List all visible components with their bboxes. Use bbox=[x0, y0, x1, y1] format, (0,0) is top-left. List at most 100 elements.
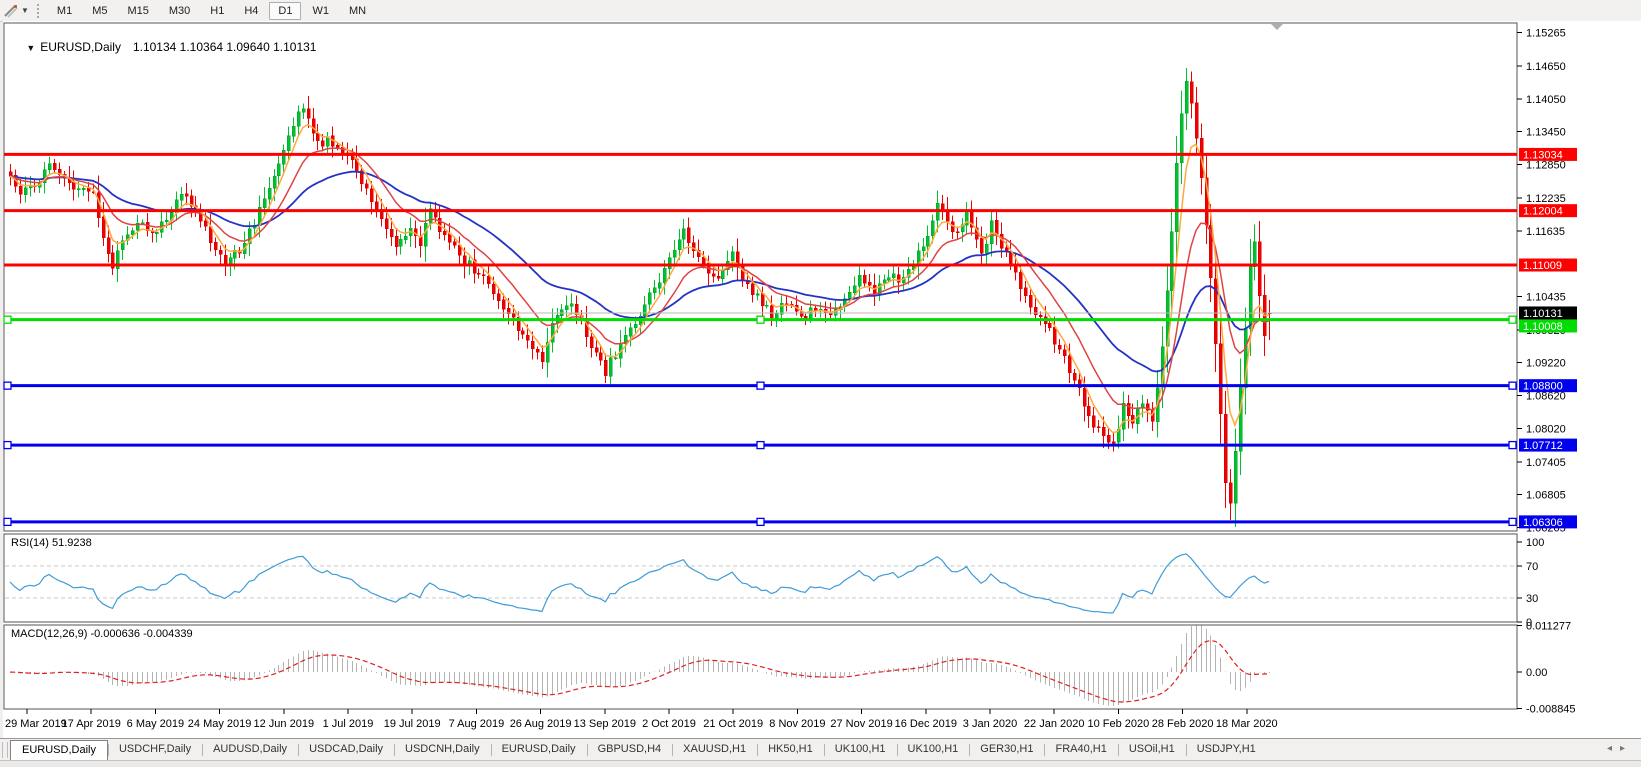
top-toolbar: ▼ M1 M5 M15 M30 H1 H4 D1 W1 MN bbox=[0, 0, 1641, 22]
date-tick-label: 6 May 2019 bbox=[127, 718, 184, 730]
line-handle[interactable] bbox=[1508, 517, 1517, 527]
date-tick-label: 17 Apr 2019 bbox=[62, 718, 121, 730]
tab-ger30-h1[interactable]: GER30,H1 bbox=[969, 739, 1044, 761]
price-tick-label: 1.07405 bbox=[1526, 457, 1566, 469]
price-tick-label: 1.12235 bbox=[1526, 193, 1566, 205]
tab-xauusd-h1[interactable]: XAUUSD,H1 bbox=[672, 739, 757, 761]
price-axis: 1.152651.146501.140501.134501.128501.122… bbox=[1517, 28, 1577, 716]
timeframe-button-m30[interactable]: M30 bbox=[160, 2, 199, 20]
line-handle[interactable] bbox=[756, 381, 765, 390]
price-line-axis-label: 1.10131 bbox=[1523, 308, 1563, 320]
macd-indicator-label: MACD(12,26,9) -0.000636 -0.004339 bbox=[11, 628, 193, 640]
tab-uk100-h1[interactable]: UK100,H1 bbox=[823, 739, 897, 761]
timeframe-button-h4[interactable]: H4 bbox=[235, 2, 267, 20]
line-handle[interactable] bbox=[1508, 315, 1517, 324]
price-tick-label: 1.13450 bbox=[1526, 127, 1566, 139]
tab-usdcnh-daily[interactable]: USDCNH,Daily bbox=[394, 739, 491, 761]
chart-ohlc-values: 1.10134 1.10364 1.09640 1.10131 bbox=[132, 40, 317, 54]
date-tick-label: 1 Jul 2019 bbox=[323, 718, 374, 730]
shift-marker-icon[interactable] bbox=[1271, 24, 1283, 30]
toolbar-grip-handle[interactable] bbox=[36, 3, 39, 18]
price-line-axis-label: 1.10008 bbox=[1523, 321, 1563, 333]
rsi-line bbox=[9, 553, 1270, 614]
tab-scroll-right-icon[interactable]: ▸ bbox=[1620, 743, 1633, 754]
line-handle[interactable] bbox=[3, 440, 12, 450]
tab-usdchf-daily[interactable]: USDCHF,Daily bbox=[107, 739, 202, 761]
price-tick-label: 1.06805 bbox=[1526, 490, 1566, 502]
date-tick-label: 2 Oct 2019 bbox=[642, 718, 696, 730]
price-line-axis-label: 1.13034 bbox=[1523, 149, 1563, 161]
rsi-indicator-label: RSI(14) 51.9238 bbox=[11, 537, 92, 549]
tab-usoil-h1[interactable]: USOil,H1 bbox=[1117, 739, 1186, 761]
tab-eurusd-daily[interactable]: EURUSD,Daily bbox=[490, 739, 587, 761]
date-tick-label: 18 Mar 2020 bbox=[1216, 718, 1278, 730]
line-handle[interactable] bbox=[756, 315, 765, 324]
rsi-axis-label: 30 bbox=[1526, 593, 1538, 605]
timeframe-button-h1[interactable]: H1 bbox=[201, 2, 233, 20]
date-tick-label: 7 Aug 2019 bbox=[449, 718, 505, 730]
price-line-axis-label: 1.08800 bbox=[1523, 381, 1563, 393]
rsi-axis-label: 70 bbox=[1526, 561, 1538, 573]
line-handle[interactable] bbox=[3, 315, 12, 324]
line-handle[interactable] bbox=[3, 381, 12, 390]
draw-tool-icon[interactable] bbox=[2, 3, 20, 19]
tab-usdcad-daily[interactable]: USDCAD,Daily bbox=[298, 739, 394, 761]
tab-fra40-h1[interactable]: FRA40,H1 bbox=[1044, 739, 1117, 761]
macd-axis-label: -0.008845 bbox=[1526, 704, 1576, 716]
date-tick-label: 16 Dec 2019 bbox=[895, 718, 957, 730]
chart-canvas[interactable]: 1.152651.146501.140501.134501.128501.122… bbox=[3, 21, 1641, 738]
price-tick-label: 1.11635 bbox=[1526, 226, 1565, 238]
price-tick-label: 1.09220 bbox=[1526, 358, 1566, 370]
chart-tab-bar: EURUSD,Daily USDCHF,Daily AUDUSD,Daily USDC… bbox=[0, 738, 1641, 767]
tab-audusd-daily[interactable]: AUDUSD,Daily bbox=[202, 739, 298, 761]
date-axis: 29 Mar 201917 Apr 2019 6 May 2019 24 May 2… bbox=[5, 709, 1278, 730]
status-strip bbox=[0, 760, 1641, 767]
line-handle[interactable] bbox=[1508, 381, 1517, 390]
ma-mid-line bbox=[9, 147, 1270, 411]
macd-histogram bbox=[15, 625, 1270, 706]
date-tick-label: 28 Feb 2020 bbox=[1152, 718, 1214, 730]
panel-borders bbox=[3, 22, 1518, 710]
timeframe-button-group: M1 M5 M15 M30 H1 H4 D1 W1 MN bbox=[47, 1, 376, 20]
price-line-axis-label: 1.11009 bbox=[1523, 260, 1562, 272]
timeframe-button-m15[interactable]: M15 bbox=[118, 2, 157, 20]
candles-layer bbox=[8, 67, 1272, 528]
price-line-axis-label: 1.06306 bbox=[1523, 517, 1563, 529]
tab-gbpusd-h4[interactable]: GBPUSD,H4 bbox=[586, 739, 673, 761]
macd-axis-label: 0.00 bbox=[1526, 667, 1547, 679]
date-tick-label: 10 Feb 2020 bbox=[1088, 718, 1150, 730]
tab-uk100-h1[interactable]: UK100,H1 bbox=[896, 739, 970, 761]
tab-scroll-left-icon[interactable]: ◂ bbox=[1607, 743, 1620, 754]
tabbar-grip-handle[interactable] bbox=[2, 742, 8, 758]
tab-hk50-h1[interactable]: HK50,H1 bbox=[757, 739, 824, 761]
price-tick-label: 1.14050 bbox=[1526, 94, 1566, 106]
tab-usdjpy-h1[interactable]: USDJPY,H1 bbox=[1185, 739, 1267, 761]
price-tick-label: 1.10435 bbox=[1526, 291, 1566, 303]
timeframe-button-d1[interactable]: D1 bbox=[269, 1, 302, 20]
rsi-axis-label: 100 bbox=[1526, 537, 1544, 549]
line-handle[interactable] bbox=[1508, 440, 1517, 450]
chart-window: 1.15265 1.14650 1.14050 1.13450 1.12850 1.122… bbox=[3, 21, 1641, 738]
date-tick-label: 19 Jul 2019 bbox=[384, 718, 441, 730]
toolbar-dropdown-arrow-icon[interactable]: ▼ bbox=[21, 6, 29, 15]
chart-title: ▼ EURUSD,Daily 1.10134 1.10364 1.09640 1.1… bbox=[13, 26, 316, 68]
timeframe-button-mn[interactable]: MN bbox=[340, 2, 375, 20]
price-tick-label: 1.15265 bbox=[1526, 28, 1566, 40]
line-handle[interactable] bbox=[756, 440, 765, 450]
line-handle[interactable] bbox=[3, 517, 12, 527]
date-tick-label: 12 Jun 2019 bbox=[254, 718, 315, 730]
chart-symbol-period: EURUSD,Daily bbox=[40, 40, 121, 54]
date-tick-label: 3 Jan 2020 bbox=[963, 718, 1017, 730]
timeframe-button-w1[interactable]: W1 bbox=[303, 2, 338, 20]
timeframe-button-m5[interactable]: M5 bbox=[83, 2, 116, 20]
price-tick-label: 1.08020 bbox=[1526, 423, 1566, 435]
timeframe-button-m1[interactable]: M1 bbox=[48, 2, 81, 20]
date-tick-label: 8 Nov 2019 bbox=[769, 718, 825, 730]
tab-eurusd-daily[interactable]: EURUSD,Daily bbox=[10, 740, 108, 761]
price-tick-label: 1.14650 bbox=[1526, 61, 1566, 73]
chart-dropdown-arrow-icon[interactable]: ▼ bbox=[26, 43, 35, 53]
macd-axis-label: 0.011277 bbox=[1526, 621, 1571, 633]
date-tick-label: 29 Mar 2019 bbox=[5, 718, 67, 730]
line-handle[interactable] bbox=[756, 517, 765, 527]
horizontal-lines-layer bbox=[3, 152, 1517, 527]
